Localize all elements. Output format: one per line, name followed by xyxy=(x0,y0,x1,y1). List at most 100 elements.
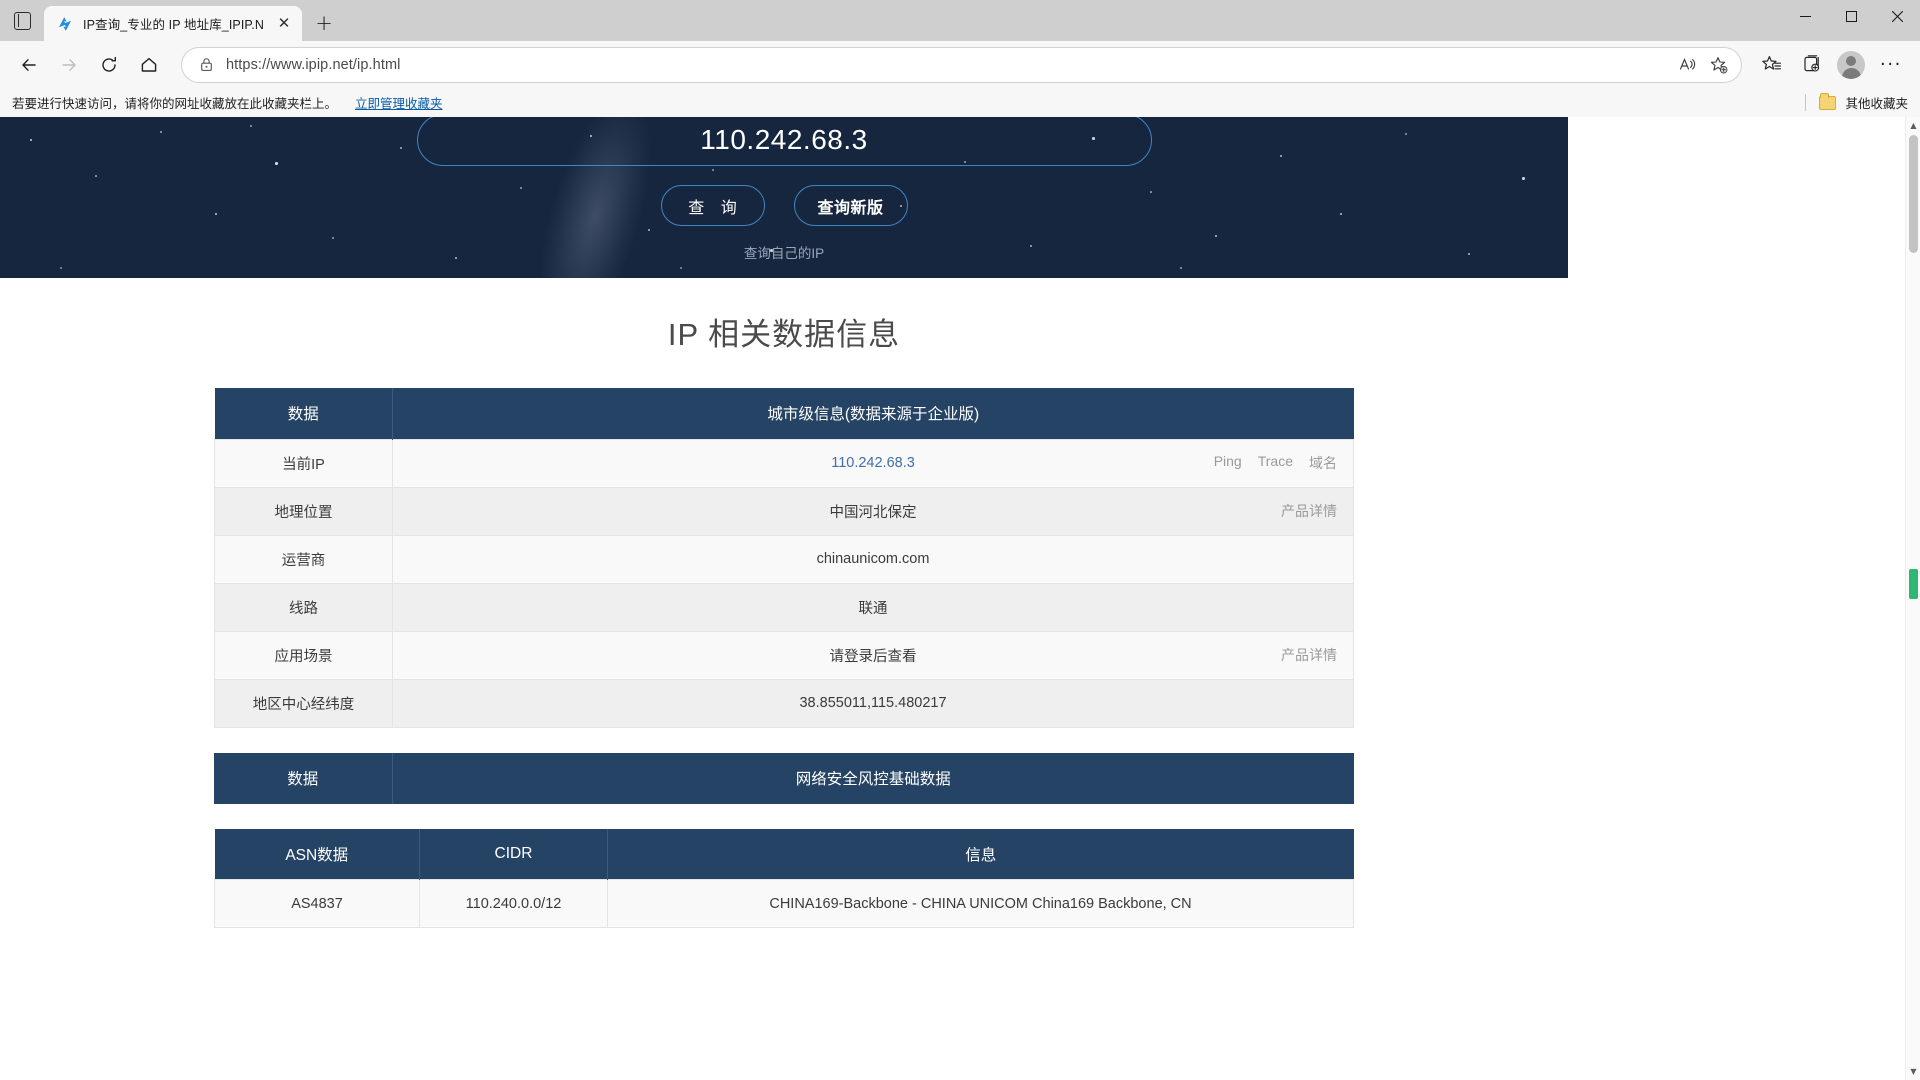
table-header-row: ASN数据 CIDR 信息 xyxy=(214,828,1354,880)
page-viewport: 110.242.68.3 查 询 查询新版 查询自己的IP IP 相关数据信息 xyxy=(0,117,1920,1080)
row-value-cell: 38.855011,115.480217 xyxy=(392,678,1354,728)
home-button[interactable] xyxy=(130,48,168,82)
avatar xyxy=(1837,50,1865,79)
browser-titlebar: IP查询_专业的 IP 地址库_IPIP.NET ✕ + xyxy=(0,0,1920,41)
scrollbar-find-marker xyxy=(1909,569,1918,599)
window-maximize-button[interactable] xyxy=(1828,0,1874,33)
row-value: 请登录后查看 xyxy=(829,648,917,665)
table-row: 线路 联通 xyxy=(214,582,1354,632)
window-controls xyxy=(1782,0,1920,41)
manage-favorites-link[interactable]: 立即管理收藏夹 xyxy=(355,93,443,112)
row-value-cell: 联通 xyxy=(392,582,1354,632)
row-value-cell: chinaunicom.com xyxy=(392,534,1354,584)
row-value: 38.855011,115.480217 xyxy=(799,695,947,711)
header-asn: ASN数据 xyxy=(214,828,420,880)
asn-value: AS4837 xyxy=(214,879,420,928)
trace-link[interactable]: Trace xyxy=(1258,453,1293,473)
vertical-scrollbar[interactable]: ▲ ▼ xyxy=(1905,117,1920,1080)
add-favorite-star-icon[interactable] xyxy=(1703,50,1735,80)
tab-close-button[interactable]: ✕ xyxy=(272,12,296,36)
favorites-star-list-icon[interactable] xyxy=(1752,48,1790,82)
ipip-logo-icon xyxy=(56,15,74,33)
row-label: 地区中心经纬度 xyxy=(214,678,393,728)
row-label: 运营商 xyxy=(214,534,393,584)
forward-button[interactable] xyxy=(50,48,88,82)
scroll-down-arrow[interactable]: ▼ xyxy=(1906,1063,1920,1080)
header-city-info: 城市级信息(数据来源于企业版) xyxy=(392,388,1354,439)
page-content: IP 相关数据信息 数据 城市级信息(数据来源于企业版) 当前IP 110.24… xyxy=(0,309,1568,928)
profile-avatar[interactable] xyxy=(1832,48,1870,82)
row-value-cell: 中国河北保定 产品详情 xyxy=(392,486,1354,536)
tab-search-icon xyxy=(13,11,31,30)
back-button[interactable] xyxy=(10,48,48,82)
web-page: 110.242.68.3 查 询 查询新版 查询自己的IP IP 相关数据信息 xyxy=(0,117,1568,928)
row-label: 线路 xyxy=(214,582,393,632)
product-detail-link[interactable]: 产品详情 xyxy=(1281,645,1337,665)
tab-search-button[interactable] xyxy=(0,0,44,41)
row-action-links: 产品详情 xyxy=(1281,501,1337,521)
query-button[interactable]: 查 询 xyxy=(660,185,765,226)
header-data-label: 数据 xyxy=(214,388,393,439)
page-title: IP 相关数据信息 xyxy=(667,317,901,352)
other-favorites-label[interactable]: 其他收藏夹 xyxy=(1845,93,1908,112)
table-row: 当前IP 110.242.68.3 Ping Trace 域名 xyxy=(214,438,1354,488)
row-value-cell: 请登录后查看 产品详情 xyxy=(392,630,1354,680)
ping-link[interactable]: Ping xyxy=(1214,453,1242,473)
table-header-row: 数据 网络安全风控基础数据 xyxy=(214,752,1354,804)
asn-info-value: CHINA169-Backbone - CHINA UNICOM China16… xyxy=(607,879,1354,928)
refresh-button[interactable] xyxy=(90,48,128,82)
hero-banner: 110.242.68.3 查 询 查询新版 查询自己的IP xyxy=(0,117,1568,278)
scroll-up-arrow[interactable]: ▲ xyxy=(1906,117,1920,134)
bookmarks-bar-right: 其他收藏夹 xyxy=(1805,93,1908,112)
header-security-info: 网络安全风控基础数据 xyxy=(392,752,1354,804)
row-value: chinaunicom.com xyxy=(816,551,930,567)
query-new-button[interactable]: 查询新版 xyxy=(793,185,908,226)
cidr-value: 110.240.0.0/12 xyxy=(419,879,608,928)
settings-dots: ··· xyxy=(1880,53,1902,75)
city-info-table: 数据 城市级信息(数据来源于企业版) 当前IP 110.242.68.3 Pin… xyxy=(214,388,1354,728)
header-info: 信息 xyxy=(607,828,1354,880)
row-label: 地理位置 xyxy=(214,486,393,536)
table-header-row: 数据 城市级信息(数据来源于企业版) xyxy=(214,388,1354,439)
browser-toolbar: https://www.ipip.net/ip.html ··· xyxy=(0,41,1920,88)
row-value: 联通 xyxy=(858,600,888,617)
scrollbar-thumb[interactable] xyxy=(1909,135,1918,253)
lock-icon xyxy=(198,56,215,73)
tab-title: IP查询_专业的 IP 地址库_IPIP.NET xyxy=(83,18,263,32)
read-aloud-icon[interactable] xyxy=(1671,50,1703,80)
query-own-ip-link[interactable]: 查询自己的IP xyxy=(744,242,824,262)
collections-icon[interactable] xyxy=(1792,48,1830,82)
domain-link[interactable]: 域名 xyxy=(1309,453,1337,473)
row-label: 当前IP xyxy=(214,438,393,488)
row-label: 应用场景 xyxy=(214,630,393,680)
browser-window: IP查询_专业的 IP 地址库_IPIP.NET ✕ + https://www… xyxy=(0,0,1920,1080)
product-detail-link[interactable]: 产品详情 xyxy=(1281,501,1337,521)
window-minimize-button[interactable] xyxy=(1782,0,1828,33)
row-value-cell: 110.242.68.3 Ping Trace 域名 xyxy=(392,438,1354,488)
browser-tab[interactable]: IP查询_专业的 IP 地址库_IPIP.NET ✕ xyxy=(44,6,302,41)
browser-settings-button[interactable]: ··· xyxy=(1872,48,1910,82)
row-value[interactable]: 110.242.68.3 xyxy=(407,455,1339,471)
ip-search-value: 110.242.68.3 xyxy=(700,124,868,155)
row-action-links: 产品详情 xyxy=(1281,645,1337,665)
header-data-label: 数据 xyxy=(214,752,393,804)
row-value: 中国河北保定 xyxy=(829,504,917,521)
table-row: 应用场景 请登录后查看 产品详情 xyxy=(214,630,1354,680)
security-info-table: 数据 网络安全风控基础数据 xyxy=(214,752,1354,804)
folder-icon xyxy=(1819,93,1837,110)
table-row: 运营商 chinaunicom.com xyxy=(214,534,1354,584)
bookmarks-divider xyxy=(1805,94,1807,111)
asn-table: ASN数据 CIDR 信息 AS4837 110.240.0.0/12 CHIN… xyxy=(214,828,1354,928)
ip-search-input[interactable]: 110.242.68.3 xyxy=(416,117,1152,166)
table-row: 地区中心经纬度 38.855011,115.480217 xyxy=(214,678,1354,728)
new-tab-button[interactable]: + xyxy=(308,7,340,39)
row-action-links: Ping Trace 域名 xyxy=(1214,453,1337,473)
window-close-button[interactable] xyxy=(1874,0,1920,33)
table-row: AS4837 110.240.0.0/12 CHINA169-Backbone … xyxy=(214,879,1354,928)
address-bar[interactable]: https://www.ipip.net/ip.html xyxy=(182,47,1741,82)
url-text: https://www.ipip.net/ip.html xyxy=(226,56,401,73)
header-cidr: CIDR xyxy=(419,828,608,880)
bookmarks-hint-text: 若要进行快速访问，请将你的网址收藏放在此收藏夹栏上。 xyxy=(12,97,338,111)
bookmarks-bar: 若要进行快速访问，请将你的网址收藏放在此收藏夹栏上。 立即管理收藏夹 其他收藏夹 xyxy=(0,88,1920,117)
hero-button-group: 查 询 查询新版 xyxy=(660,185,908,226)
